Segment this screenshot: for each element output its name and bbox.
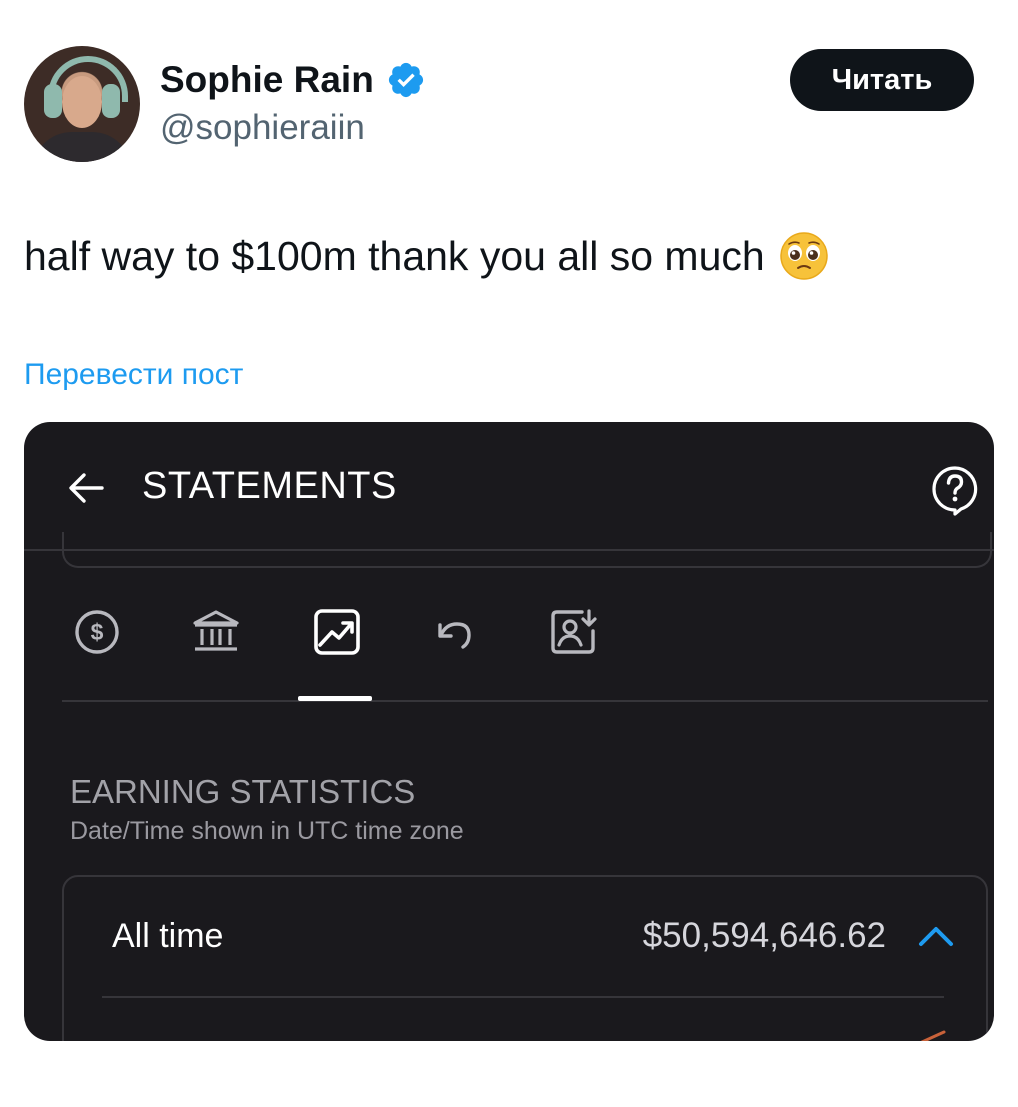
pleading-face-emoji-icon — [779, 232, 828, 280]
period-amount: $50,594,646.62 — [642, 916, 886, 955]
panel-divider — [102, 996, 944, 998]
translate-post-link[interactable]: Перевести пост — [24, 355, 243, 395]
section-subtitle: Date/Time shown in UTC time zone — [70, 817, 464, 845]
author-handle[interactable]: @sophieraiin — [160, 104, 365, 152]
refund-icon — [438, 622, 471, 649]
verified-badge-icon — [388, 62, 424, 98]
avatar-headphone-left — [44, 84, 62, 118]
avatar-headphone-right — [102, 84, 120, 118]
statements-screenshot[interactable]: STATEMENTS $ EARNING STATISTICS Date/Tim… — [24, 422, 994, 1041]
collapsed-panel-edge — [62, 532, 992, 568]
dollar-circle-icon: $ — [75, 610, 119, 654]
tweet-text: half way to $100m thank you all so much — [24, 228, 829, 284]
tabs-divider — [62, 700, 988, 702]
statements-title: STATEMENTS — [142, 465, 397, 507]
author-name[interactable]: Sophie Rain — [160, 56, 374, 104]
section-title: EARNING STATISTICS — [70, 773, 416, 810]
bank-icon — [193, 610, 239, 651]
follow-button[interactable]: Читать — [790, 49, 974, 111]
help-icon — [932, 466, 978, 516]
back-arrow-icon — [69, 473, 104, 503]
avatar-body — [32, 132, 132, 162]
svg-text:$: $ — [91, 619, 104, 645]
chevron-up-icon — [919, 927, 953, 946]
user-card-download-icon — [551, 609, 597, 654]
tweet-text-content: half way to $100m thank you all so much — [24, 233, 765, 279]
period-label: All time — [112, 917, 224, 955]
active-tab-indicator — [298, 696, 372, 701]
avatar-face — [62, 76, 102, 128]
chart-line-fragment — [920, 1030, 946, 1041]
chart-trend-icon — [314, 609, 360, 655]
avatar[interactable] — [24, 46, 140, 162]
